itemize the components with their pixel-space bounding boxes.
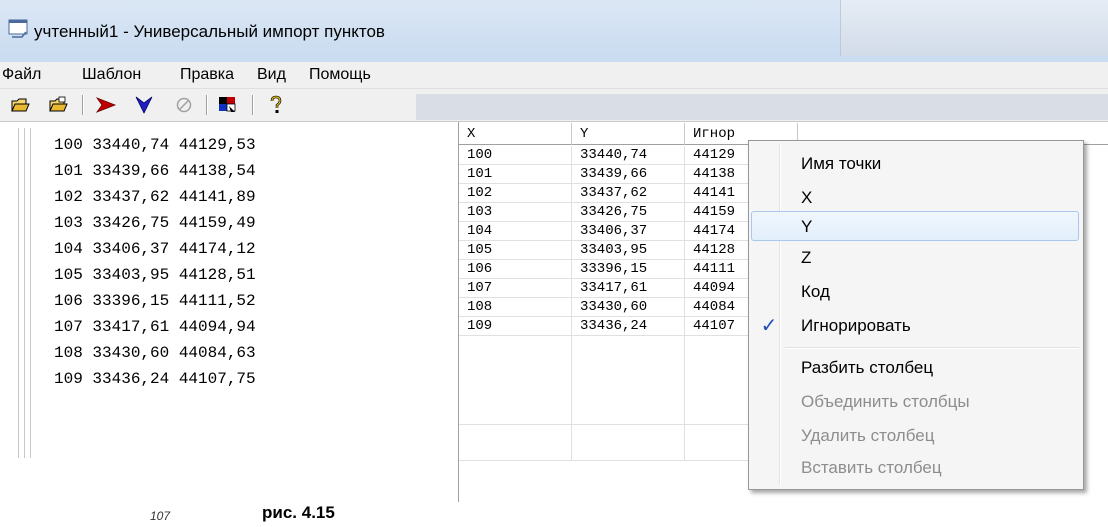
menu-item-z[interactable]: Z [751, 243, 1079, 273]
menu-help[interactable]: Помощь [309, 66, 371, 84]
column-context-menu: Имя точки X Y Z Код ✓ Игнорировать Разби… [748, 140, 1084, 490]
menu-item-x[interactable]: X [751, 183, 1079, 213]
menu-separator [785, 347, 1079, 349]
empty-cell [459, 336, 572, 425]
down-arrow-icon[interactable] [132, 93, 156, 117]
menu-item-label: Код [801, 282, 830, 301]
menu-item-delete-column: Удалить столбец [751, 421, 1079, 451]
raw-text-line: 100 33440,74 44129,53 [54, 136, 256, 154]
template-icon[interactable] [216, 93, 240, 117]
raw-text-line: 101 33439,66 44138,54 [54, 162, 256, 180]
table-cell[interactable]: 33440,74 [572, 146, 685, 165]
empty-cell [459, 425, 572, 461]
disabled-cancel-icon [172, 93, 196, 117]
menu-item-code[interactable]: Код [751, 277, 1079, 307]
open-folder-icon[interactable] [8, 93, 32, 117]
table-cell[interactable]: 105 [459, 241, 572, 260]
table-cell[interactable]: 33417,61 [572, 279, 685, 298]
title-bar: учтенный1 - Универсальный импорт пунктов [0, 0, 1108, 62]
import-arrow-icon[interactable] [94, 93, 118, 117]
window-controls-area [840, 0, 1108, 56]
figure-caption: рис. 4.15 [262, 503, 335, 522]
table-cell[interactable]: 33437,62 [572, 184, 685, 203]
menu-item-label: Разбить столбец [801, 358, 934, 377]
table-cell[interactable]: 33426,75 [572, 203, 685, 222]
raw-text-panel[interactable]: 100 33440,74 44129,53 101 33439,66 44138… [0, 122, 455, 502]
raw-text-line: 106 33396,15 44111,52 [54, 292, 256, 310]
table-cell[interactable]: 33439,66 [572, 165, 685, 184]
menu-item-merge-columns: Объединить столбцы [751, 387, 1079, 417]
raw-text-line: 102 33437,62 44141,89 [54, 188, 256, 206]
help-icon[interactable] [264, 93, 288, 117]
save-folder-icon[interactable] [46, 93, 70, 117]
raw-text-line: 107 33417,61 44094,94 [54, 318, 256, 336]
menu-bar: Файл Шаблон Правка Вид Помощь [0, 62, 1108, 89]
menu-item-label: Y [801, 217, 813, 236]
figure-fragment-label: 107 [150, 509, 171, 523]
toolbar-separator [82, 95, 84, 115]
table-cell[interactable]: 100 [459, 146, 572, 165]
table-cell[interactable]: 33403,95 [572, 241, 685, 260]
table-cell[interactable]: 104 [459, 222, 572, 241]
menu-item-label: X [801, 188, 813, 207]
table-cell[interactable]: 107 [459, 279, 572, 298]
menu-item-label: Вставить столбец [801, 458, 942, 477]
empty-cell [572, 425, 685, 461]
toolbar-empty-area [416, 94, 1108, 120]
table-cell[interactable]: 33430,60 [572, 298, 685, 317]
column-header-x[interactable]: X [459, 123, 572, 145]
table-cell[interactable]: 103 [459, 203, 572, 222]
menu-item-label: Z [801, 248, 812, 267]
table-cell[interactable]: 33406,37 [572, 222, 685, 241]
menu-item-insert-column: Вставить столбец [751, 453, 1079, 483]
table-cell[interactable]: 108 [459, 298, 572, 317]
app-window-icon [8, 19, 30, 39]
menu-item-label: Удалить столбец [801, 426, 935, 445]
menu-item-point-name[interactable]: Имя точки [751, 149, 1079, 179]
menu-file[interactable]: Файл [2, 66, 41, 84]
raw-text-line: 103 33426,75 44159,49 [54, 214, 256, 232]
empty-cell [572, 336, 685, 425]
menu-item-label: Игнорировать [801, 316, 911, 335]
menu-edit[interactable]: Правка [180, 66, 234, 84]
table-cell[interactable]: 33436,24 [572, 317, 685, 336]
table-cell[interactable]: 33396,15 [572, 260, 685, 279]
raw-text-line: 104 33406,37 44174,12 [54, 240, 256, 258]
toolbar-separator [206, 95, 208, 115]
menu-item-label: Объединить столбцы [801, 392, 970, 411]
table-cell[interactable]: 106 [459, 260, 572, 279]
toolbar-separator [252, 95, 254, 115]
column-guide [30, 128, 31, 458]
table-cell[interactable]: 101 [459, 165, 572, 184]
window-title: учтенный1 - Универсальный импорт пунктов [34, 22, 385, 41]
checkmark-icon: ✓ [760, 315, 778, 337]
menu-template[interactable]: Шаблон [82, 66, 141, 84]
menu-item-label: Имя точки [801, 154, 882, 173]
column-guide [18, 128, 19, 458]
raw-text-line: 105 33403,95 44128,51 [54, 266, 256, 284]
table-cell[interactable]: 102 [459, 184, 572, 203]
column-header-y[interactable]: Y [572, 123, 685, 145]
menu-item-y[interactable]: Y [751, 211, 1079, 241]
raw-text-line: 108 33430,60 44084,63 [54, 344, 256, 362]
menu-view[interactable]: Вид [257, 66, 286, 84]
raw-text-line: 109 33436,24 44107,75 [54, 370, 256, 388]
menu-item-ignore[interactable]: ✓ Игнорировать [751, 311, 1079, 341]
menu-item-split-column[interactable]: Разбить столбец [751, 353, 1079, 383]
table-cell[interactable]: 109 [459, 317, 572, 336]
column-guide [24, 128, 25, 458]
